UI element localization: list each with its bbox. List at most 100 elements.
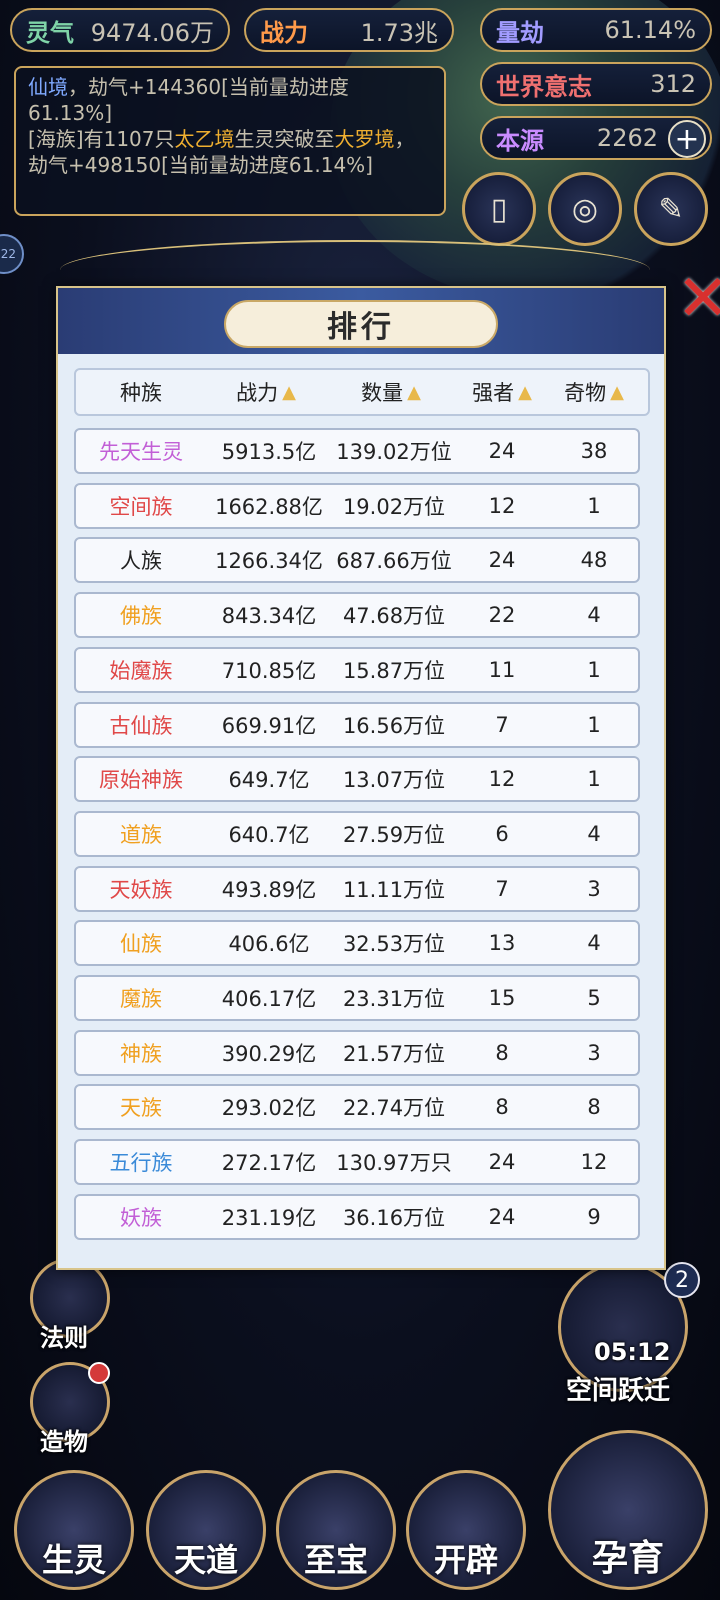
portal-button[interactable]: ◎ <box>548 172 622 246</box>
cell-power: 1266.34亿 <box>215 549 323 574</box>
cell-race: 先天生灵 <box>99 440 183 464</box>
cell-artifact: 5 <box>587 986 601 1010</box>
cell-count: 11.11万位 <box>342 877 446 902</box>
table-row[interactable]: 古仙族 669.91亿 16.56万位 7 1 <box>74 701 640 748</box>
cell-count: 16.56万位 <box>342 713 446 738</box>
sort-icon: ▲ <box>518 381 532 403</box>
table-row[interactable]: 天妖族 493.89亿 11.11万位 7 3 <box>74 865 640 912</box>
benyuan-stat: 本源 2262 + <box>480 116 712 160</box>
table-header: 种族 战力 ▲ 数量 ▲ 强者 ▲ 奇物 ▲ <box>74 368 650 416</box>
table-row[interactable]: 五行族 272.17亿 130.97万只 24 12 <box>74 1139 640 1186</box>
cell-strong: 15 <box>488 986 516 1010</box>
cell-strong: 12 <box>488 767 516 792</box>
header-power-sort[interactable]: 战力 ▲ <box>206 370 326 414</box>
cell-artifact: 4 <box>587 821 601 846</box>
nav-kai-pi[interactable]: 开辟 <box>406 1470 526 1590</box>
cell-power: 231.19亿 <box>221 1205 317 1230</box>
cell-strong: 6 <box>495 821 509 846</box>
lingqi-value: 9474.06万 <box>90 18 214 47</box>
table-row[interactable]: 佛族 843.34亿 47.68万位 22 4 <box>74 592 640 639</box>
ranking-modal: 排行 ✕ 种族 战力 ▲ 数量 ▲ 强者 ▲ 奇物 ▲ 先天生灵 5913.5亿 139.0… <box>56 267 720 1270</box>
cell-power: 843.34亿 <box>221 604 317 629</box>
cell-strong: 24 <box>488 439 516 463</box>
cell-artifact: 12 <box>580 1150 608 1175</box>
cell-race: 佛族 <box>120 604 162 629</box>
table-row[interactable]: 人族 1266.34亿 687.66万位 24 48 <box>74 537 640 584</box>
table-row[interactable]: 先天生灵 5913.5亿 139.02万位 24 38 <box>74 428 640 474</box>
nav-yun-yu[interactable]: 孕育 <box>548 1430 708 1590</box>
shijie-value: 312 <box>650 70 696 98</box>
zhanli-label: 战力 <box>260 18 308 47</box>
cell-artifact: 1 <box>587 493 601 518</box>
table-row[interactable]: 始魔族 710.85亿 15.87万位 11 1 <box>74 646 640 693</box>
sort-icon: ▲ <box>407 381 421 403</box>
sort-icon: ▲ <box>610 381 624 403</box>
cell-strong: 8 <box>495 1095 509 1120</box>
cell-count: 19.02万位 <box>342 494 446 519</box>
add-benyuan-button[interactable]: + <box>668 120 706 158</box>
cell-strong: 7 <box>495 712 509 737</box>
cell-artifact: 48 <box>580 548 608 573</box>
cell-race: 仙族 <box>120 932 162 957</box>
cell-race: 古仙族 <box>109 713 173 738</box>
shijie-stat: 世界意志 312 <box>480 62 712 106</box>
cell-race: 空间族 <box>109 494 173 519</box>
cell-race: 神族 <box>120 1041 162 1066</box>
cell-strong: 24 <box>488 1150 516 1175</box>
table-row[interactable]: 仙族 406.6亿 32.53万位 13 4 <box>74 920 640 967</box>
table-row[interactable]: 神族 390.29亿 21.57万位 8 3 <box>74 1029 640 1076</box>
benyuan-value: 2262 <box>596 124 658 152</box>
nav-sheng-ling[interactable]: 生灵 <box>14 1470 134 1590</box>
cell-race: 天妖族 <box>109 877 173 902</box>
cell-count: 687.66万位 <box>336 549 452 574</box>
cell-artifact: 3 <box>587 1040 601 1065</box>
cell-power: 493.89亿 <box>221 877 317 902</box>
zao-wu-label: 造物 <box>40 1428 88 1456</box>
cell-artifact: 38 <box>580 439 608 463</box>
cell-artifact: 4 <box>587 603 601 628</box>
table-row[interactable]: 天族 293.02亿 22.74万位 8 8 <box>74 1084 640 1131</box>
cell-count: 15.87万位 <box>342 658 446 683</box>
cell-power: 293.02亿 <box>221 1096 317 1121</box>
table-row[interactable]: 妖族 231.19亿 36.16万位 24 9 <box>74 1193 640 1240</box>
cell-race: 妖族 <box>120 1205 162 1230</box>
cell-count: 32.53万位 <box>342 932 446 957</box>
nav-kai-pi-label: 开辟 <box>433 1541 498 1579</box>
cell-artifact: 9 <box>587 1204 601 1229</box>
cell-race: 始魔族 <box>109 658 173 683</box>
cell-strong: 13 <box>488 931 516 956</box>
scroll-button[interactable]: ✎ <box>634 172 708 246</box>
nav-tian-dao[interactable]: 天道 <box>146 1470 266 1590</box>
cell-strong: 24 <box>488 548 516 573</box>
header-strong-sort[interactable]: 强者 ▲ <box>456 370 548 414</box>
table-row[interactable]: 空间族 1662.88亿 19.02万位 12 1 <box>74 482 640 529</box>
cell-count: 21.57万位 <box>342 1041 446 1066</box>
cell-power: 272.17亿 <box>221 1151 317 1176</box>
header-count-sort[interactable]: 数量 ▲ <box>326 370 456 414</box>
header-artifact-sort[interactable]: 奇物 ▲ <box>548 370 640 414</box>
event-log: 仙境，劫气+144360[当前量劫进度61.13%] [海族]有1107只太乙境… <box>14 66 446 216</box>
fa-ze-label: 法则 <box>40 1324 88 1352</box>
log-entry: [海族]有1107只太乙境生灵突破至大罗境，劫气+498150[当前量劫进度61… <box>28 127 415 177</box>
table-row[interactable]: 魔族 406.17亿 23.31万位 15 5 <box>74 975 640 1021</box>
header-race: 种族 <box>120 381 162 405</box>
cell-race: 人族 <box>120 549 162 574</box>
cell-count: 27.59万位 <box>342 822 446 847</box>
cell-strong: 12 <box>488 493 516 518</box>
close-button[interactable]: ✕ <box>668 264 720 334</box>
left-level-badge[interactable]: 22 <box>0 234 24 274</box>
log-entry: 仙境，劫气+144360[当前量劫进度61.13%] <box>28 75 349 125</box>
zao-wu-notification-dot <box>88 1362 110 1384</box>
table-row[interactable]: 原始神族 649.7亿 13.07万位 12 1 <box>74 756 640 803</box>
cell-artifact: 1 <box>587 712 601 737</box>
ranking-list[interactable]: 先天生灵 5913.5亿 139.02万位 24 38 空间族 1662.88亿 19.02万… <box>70 428 656 1262</box>
nav-sheng-ling-label: 生灵 <box>41 1541 106 1579</box>
lingqi-stat: 灵气 9474.06万 <box>10 8 230 52</box>
card-button[interactable]: ▯ <box>462 172 536 246</box>
nav-zhi-bao-label: 至宝 <box>303 1541 368 1579</box>
cell-strong: 22 <box>488 603 516 628</box>
table-row[interactable]: 道族 640.7亿 27.59万位 6 4 <box>74 810 640 857</box>
nav-zhi-bao[interactable]: 至宝 <box>276 1470 396 1590</box>
sort-icon: ▲ <box>282 381 296 403</box>
cell-artifact: 4 <box>587 931 601 956</box>
